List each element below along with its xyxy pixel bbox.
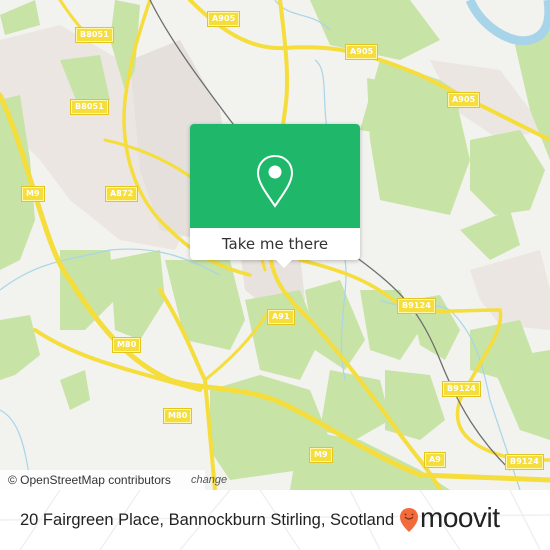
moovit-wordmark: moovit: [420, 502, 500, 533]
popup-header: [190, 124, 360, 228]
attribution-text[interactable]: © OpenStreetMap contributors: [8, 473, 171, 487]
moovit-pin-icon: [400, 508, 418, 532]
road-label-a905: A905: [446, 92, 481, 108]
map-attribution[interactable]: © OpenStreetMap contributors: [0, 470, 205, 490]
road-label-m9: M9: [21, 186, 45, 202]
popup-pointer: [276, 260, 292, 268]
road-label-a905: A905: [206, 11, 241, 27]
road-label-b9124: B9124: [505, 454, 544, 470]
road-label-a9: A9: [424, 452, 446, 468]
road-label-m80: M80: [111, 337, 142, 353]
road-label-a872: A872: [104, 186, 139, 202]
address-text: 20 Fairgreen Place, Bannockburn Stirling…: [20, 511, 395, 529]
road-label-a905: A905: [344, 44, 379, 60]
urban-area: [470, 250, 550, 330]
road-label-b8051: B8051: [70, 99, 109, 115]
map-place-label: change: [191, 474, 228, 486]
road-label-b8051: B8051: [75, 27, 114, 43]
location-popup[interactable]: Take me there: [190, 124, 360, 260]
road-label-a91: A91: [267, 309, 295, 325]
map-pin-icon: [256, 154, 294, 208]
take-me-there-button[interactable]: Take me there: [190, 228, 360, 260]
road-label-m9: M9: [309, 447, 333, 463]
river: [465, 0, 550, 46]
road-label-b9124: B9124: [397, 298, 436, 314]
road-label-b9124: B9124: [442, 381, 481, 397]
road-label-m80: M80: [162, 408, 193, 424]
